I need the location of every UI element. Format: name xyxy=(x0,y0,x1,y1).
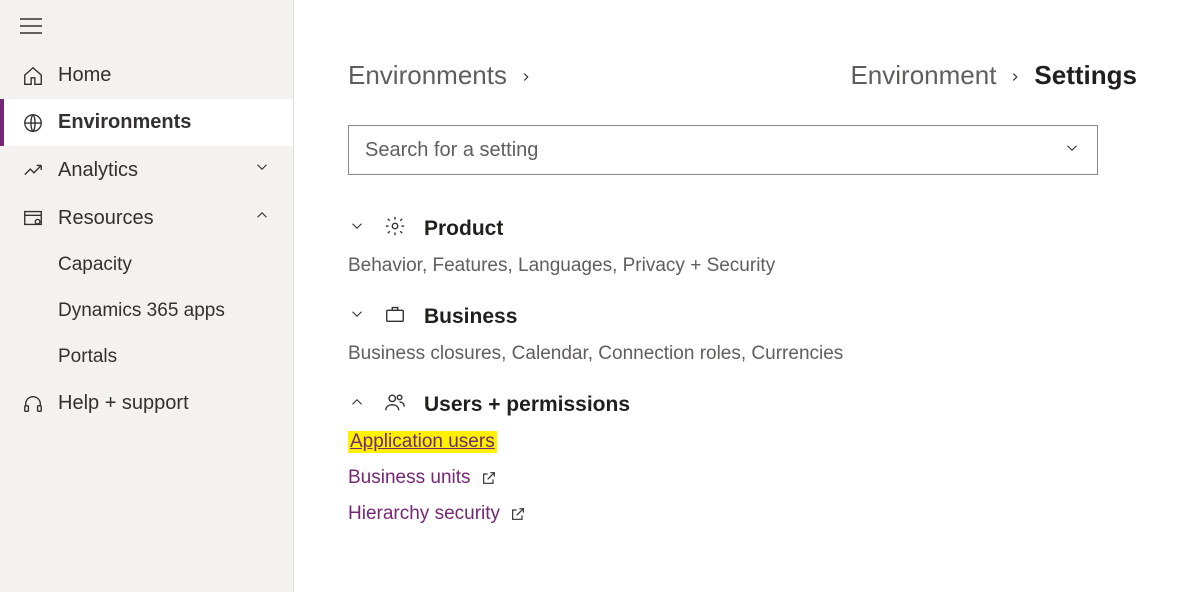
chevron-down-icon xyxy=(348,305,366,329)
briefcase-icon xyxy=(384,303,406,331)
nav-capacity[interactable]: Capacity xyxy=(0,242,293,288)
section-desc: Behavior, Features, Languages, Privacy +… xyxy=(348,255,1137,277)
hamburger-button[interactable] xyxy=(0,10,293,52)
breadcrumb-current: Settings xyxy=(1034,60,1137,91)
people-icon xyxy=(384,391,406,419)
section-desc: Business closures, Calendar, Connection … xyxy=(348,343,1137,365)
analytics-icon xyxy=(22,159,44,181)
nav-portals[interactable]: Portals xyxy=(0,334,293,380)
chevron-down-icon[interactable] xyxy=(1063,139,1081,162)
chevron-up-icon xyxy=(253,206,271,230)
chevron-up-icon xyxy=(348,393,366,417)
section-title: Users + permissions xyxy=(424,393,630,417)
section-users-permissions: Users + permissions Application users Bu… xyxy=(348,391,1137,525)
search-setting-box[interactable] xyxy=(348,125,1098,175)
search-input[interactable] xyxy=(365,139,1063,162)
external-link-icon xyxy=(481,470,497,486)
nav-label: Help + support xyxy=(58,392,189,415)
breadcrumbs: Environments Environment Settings xyxy=(348,60,1137,91)
chevron-down-icon xyxy=(253,158,271,182)
breadcrumb-environments[interactable]: Environments xyxy=(348,60,507,91)
breadcrumb-environment[interactable]: Environment xyxy=(850,60,996,91)
chevron-right-icon xyxy=(519,60,533,91)
nav-label: Environments xyxy=(58,111,191,134)
nav-label: Resources xyxy=(58,207,154,230)
section-header-product[interactable]: Product xyxy=(348,215,1137,243)
link-application-users[interactable]: Application users xyxy=(348,431,1137,453)
resources-icon xyxy=(22,207,44,229)
section-header-users[interactable]: Users + permissions xyxy=(348,391,1137,419)
nav-resources[interactable]: Resources xyxy=(0,194,293,242)
sidebar: Home Environments Analytics Resources Ca… xyxy=(0,0,294,592)
nav-environments[interactable]: Environments xyxy=(0,99,293,146)
external-link-icon xyxy=(510,506,526,522)
home-icon xyxy=(22,65,44,87)
nav-home[interactable]: Home xyxy=(0,52,293,99)
link-hierarchy-security[interactable]: Hierarchy security xyxy=(348,503,1137,525)
section-product: Product Behavior, Features, Languages, P… xyxy=(348,215,1137,277)
section-header-business[interactable]: Business xyxy=(348,303,1137,331)
section-business: Business Business closures, Calendar, Co… xyxy=(348,303,1137,365)
nav-help-support[interactable]: Help + support xyxy=(0,380,293,427)
chevron-down-icon xyxy=(348,217,366,241)
main-content: Environments Environment Settings Produc… xyxy=(294,0,1191,592)
section-title: Product xyxy=(424,217,503,241)
chevron-right-icon xyxy=(1008,60,1022,91)
nav-label: Analytics xyxy=(58,159,138,182)
gear-icon xyxy=(384,215,406,243)
headset-icon xyxy=(22,393,44,415)
nav-label: Home xyxy=(58,64,111,87)
link-business-units[interactable]: Business units xyxy=(348,467,1137,489)
nav-dynamics-365-apps[interactable]: Dynamics 365 apps xyxy=(0,288,293,334)
globe-icon xyxy=(22,112,44,134)
nav-analytics[interactable]: Analytics xyxy=(0,146,293,194)
section-title: Business xyxy=(424,305,517,329)
